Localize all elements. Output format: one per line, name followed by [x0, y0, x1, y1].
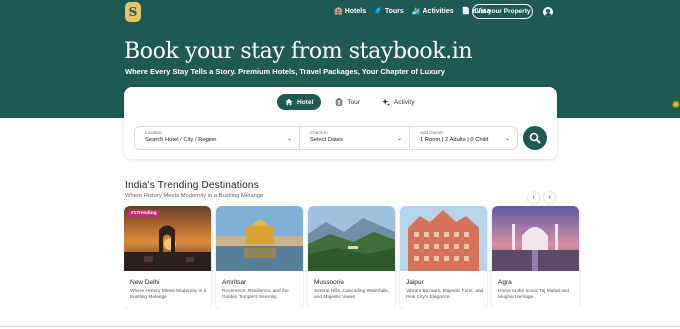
- destination-carousel: #1Trending New Delhi Where History Meets…: [124, 206, 680, 309]
- nav-hotels-label: Hotels: [344, 8, 367, 15]
- nav-activities-label: Activities: [422, 8, 454, 15]
- trending-title: India's Trending Destinations: [125, 180, 259, 191]
- hotel-icon: 🏨: [334, 8, 343, 15]
- nav-tours[interactable]: 🧳 Tours: [374, 8, 404, 15]
- destination-card-amritsar[interactable]: Amritsar Reverence, Resilience, and the …: [216, 206, 303, 309]
- tab-activity[interactable]: Activity: [374, 94, 423, 110]
- checkin-label: Check-in: [310, 130, 328, 135]
- chevron-down-icon: ⌄: [286, 136, 292, 142]
- tab-hotel-label: Hotel: [297, 98, 314, 106]
- floating-sun-icon[interactable]: ✺: [670, 100, 680, 112]
- hero-subtitle: Where Every Stay Tells a Story. Premium …: [125, 67, 445, 76]
- destination-image: #1Trending: [124, 206, 211, 271]
- trending-badge: #1Trending: [128, 210, 160, 217]
- destination-name: Jaipur: [406, 279, 424, 286]
- destination-name: Amritsar: [222, 279, 247, 286]
- search-fields: Location Search Hotel / City / Region ⌄ …: [134, 126, 518, 150]
- chevron-down-icon: ⌄: [396, 136, 402, 142]
- nav-tours-label: Tours: [384, 8, 404, 15]
- destination-card-mussoorie[interactable]: Mussoorie Serene Hills, Cascading Waterf…: [308, 206, 395, 309]
- destination-name: New Delhi: [130, 279, 160, 286]
- destination-card-new-delhi[interactable]: #1Trending New Delhi Where History Meets…: [124, 206, 211, 309]
- search-button[interactable]: [523, 126, 547, 150]
- checkin-value: Select Dates: [310, 137, 343, 143]
- nav-hotels[interactable]: 🏨 Hotels: [334, 8, 366, 15]
- destination-description: Reverence, Resilience, and the Golden Te…: [222, 289, 289, 301]
- destination-image: [308, 206, 395, 271]
- destination-name: Mussoorie: [314, 279, 344, 286]
- user-account-icon[interactable]: [543, 7, 553, 17]
- checkin-field[interactable]: Check-in Select Dates ⌄: [299, 127, 409, 149]
- carousel-next-button[interactable]: ›: [544, 192, 555, 203]
- destination-card-agra[interactable]: Agra Home to the Iconic Taj Mahal and Mu…: [492, 206, 579, 309]
- destination-name: Agra: [498, 279, 512, 286]
- destination-image: [492, 206, 579, 271]
- guests-label: Add Guests: [420, 130, 444, 135]
- guests-value: 1 Room | 2 Adults | 0 Child: [420, 137, 489, 143]
- logo-letter: S: [128, 5, 138, 19]
- evisa-icon: 📄: [461, 8, 471, 15]
- destination-description: Serene Hills, Cascading Waterfalls, and …: [314, 289, 390, 301]
- sparkle-icon: [381, 98, 390, 106]
- destination-card-jaipur[interactable]: Jaipur Vibrant Bazaars, Majestic Forts, …: [400, 206, 487, 309]
- location-field[interactable]: Location Search Hotel / City / Region ⌄: [135, 127, 299, 149]
- guests-field[interactable]: Add Guests 1 Room | 2 Adults | 0 Child ⌄: [409, 127, 517, 149]
- search-icon: [529, 132, 541, 144]
- search-panel: Hotel Tour Activity Location Search Hote…: [124, 87, 557, 159]
- nav-activities[interactable]: 🏄 Activities: [412, 8, 454, 15]
- tab-tour[interactable]: Tour: [327, 94, 368, 110]
- search-tabs: Hotel Tour Activity: [277, 94, 429, 110]
- destination-image: [216, 206, 303, 271]
- destination-description: Where History Meets Modernity in a Bustl…: [130, 289, 207, 301]
- hero-title: Book your stay from staybook.in: [124, 39, 473, 64]
- destination-image: [400, 206, 487, 271]
- trending-subtitle: Where History Meets Modernity in a Bustl…: [125, 193, 264, 199]
- location-label: Location: [145, 130, 163, 135]
- staybook-logo[interactable]: S: [125, 2, 141, 22]
- tours-icon: 🧳: [374, 8, 383, 15]
- tab-hotel[interactable]: Hotel: [277, 94, 322, 110]
- list-property-button[interactable]: List your Property: [472, 4, 533, 19]
- tab-tour-label: Tour: [347, 98, 360, 106]
- luggage-icon: [336, 98, 343, 106]
- chevron-down-icon: ⌄: [504, 136, 510, 142]
- destination-description: Vibrant Bazaars, Majestic Forts, and Pin…: [406, 289, 484, 301]
- tab-activity-label: Activity: [393, 98, 415, 106]
- location-value: Search Hotel / City / Region: [145, 137, 217, 143]
- carousel-prev-button[interactable]: ‹: [528, 192, 539, 203]
- destination-description: Home to the Iconic Taj Mahal and Mughal …: [498, 289, 570, 301]
- divider: [0, 326, 680, 327]
- activities-icon: 🏄: [411, 8, 421, 15]
- home-icon: [285, 98, 293, 106]
